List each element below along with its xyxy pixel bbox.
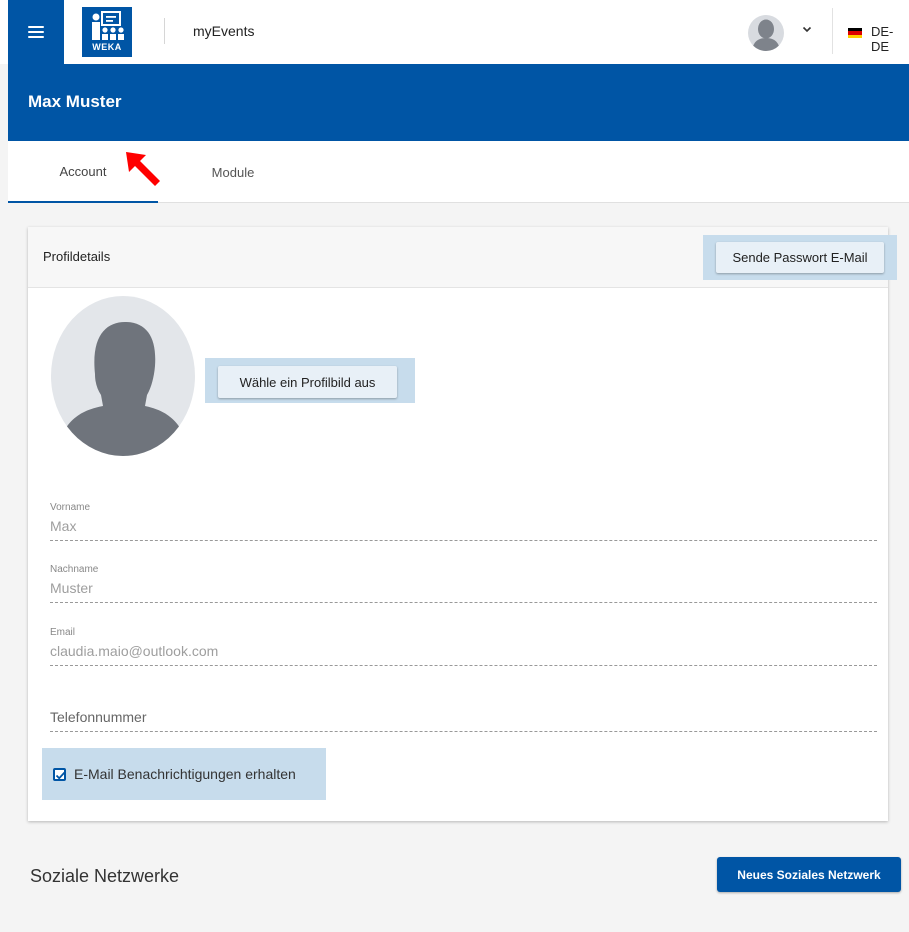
profile-card-title: Profildetails: [43, 249, 111, 264]
user-avatar[interactable]: [748, 15, 784, 51]
checkmark-icon: [55, 771, 66, 780]
add-social-network-button[interactable]: Neues Soziales Netzwerk: [717, 857, 901, 892]
firstname-label: Vorname: [50, 502, 91, 513]
language-selector[interactable]: DE-DE: [871, 24, 909, 54]
lastname-label: Nachname: [50, 564, 99, 575]
hamburger-icon: [28, 26, 44, 38]
email-label: Email: [50, 627, 76, 638]
top-bar: WEKA myEvents DE-DE: [0, 0, 909, 64]
tab-module[interactable]: Module: [158, 141, 308, 203]
notifications-label[interactable]: E-Mail Benachrichtigungen erhalten: [74, 766, 296, 782]
person-silhouette-icon: [55, 322, 191, 456]
firstname-value[interactable]: Max: [50, 518, 877, 540]
notifications-highlight: E-Mail Benachrichtigungen erhalten: [42, 748, 326, 800]
firstname-field[interactable]: Vorname Max: [50, 502, 877, 541]
email-value[interactable]: claudia.maio@outlook.com: [50, 643, 877, 665]
phone-input[interactable]: Telefonnummer: [50, 709, 877, 731]
phone-field[interactable]: Telefonnummer: [50, 709, 877, 732]
header-divider-right: [832, 8, 833, 54]
german-flag-icon: [848, 28, 862, 38]
weka-logo[interactable]: WEKA: [82, 7, 132, 57]
menu-button[interactable]: [8, 0, 64, 64]
choose-picture-button[interactable]: Wähle ein Profilbild aus: [218, 366, 397, 398]
profile-card: Profildetails Sende Passwort E-Mail Wähl…: [28, 227, 897, 821]
email-field[interactable]: Email claudia.maio@outlook.com: [50, 627, 877, 666]
notifications-checkbox[interactable]: [53, 768, 66, 781]
app-name[interactable]: myEvents: [193, 23, 254, 39]
user-header: Max Muster: [8, 64, 909, 141]
lastname-field[interactable]: Nachname Muster: [50, 564, 877, 603]
annotation-arrow-icon: [126, 152, 160, 186]
send-password-button[interactable]: Sende Passwort E-Mail: [716, 242, 884, 273]
logo-text: WEKA: [92, 42, 122, 52]
chevron-down-icon[interactable]: [802, 23, 812, 37]
lastname-value[interactable]: Muster: [50, 580, 877, 602]
social-networks-title: Soziale Netzwerke: [30, 866, 180, 886]
person-icon: [752, 19, 780, 51]
header-divider: [164, 18, 165, 44]
profile-picture: [51, 296, 195, 456]
user-name: Max Muster: [28, 92, 122, 111]
logo-people-icon: [92, 11, 124, 40]
